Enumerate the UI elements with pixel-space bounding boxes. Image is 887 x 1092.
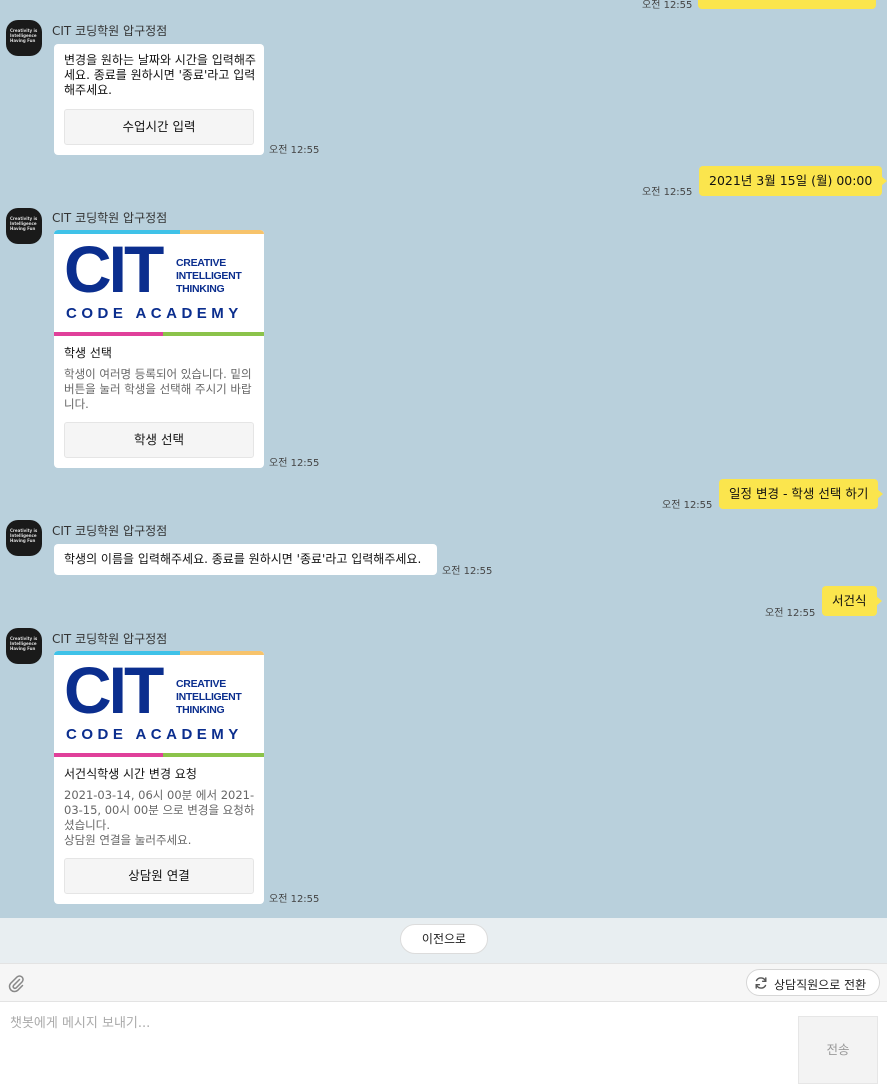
outgoing-bubble-partial xyxy=(698,0,876,9)
message-time: 오전 12:55 xyxy=(269,145,320,156)
message-time: 오전 12:55 xyxy=(269,458,320,469)
message-time: 오전 12:55 xyxy=(642,0,693,11)
card-title: 서건식학생 시간 변경 요청 xyxy=(64,767,197,781)
bot-avatar: Creativity is Intelligence Having Fun xyxy=(6,208,42,244)
sender-name: CIT 코딩학원 압구정점 xyxy=(52,211,168,225)
chat-area: 오전 12:55 Creativity is Intelligence Havi… xyxy=(0,0,887,918)
sender-name: CIT 코딩학원 압구정점 xyxy=(52,24,168,38)
previous-bar: 이전으로 xyxy=(0,918,887,963)
bot-card-message: CIT CREATIVE INTELLIGENT THINKING CODE ACA… xyxy=(54,651,264,904)
message-text: 변경을 원하는 날짜와 시간을 입력해주세요. 종료를 원하시면 '종료'라고 … xyxy=(64,53,256,97)
bot-card-message: 변경을 원하는 날짜와 시간을 입력해주세요. 종료를 원하시면 '종료'라고 … xyxy=(54,44,264,155)
input-toolbar: 상담직원으로 전환 xyxy=(0,963,887,1002)
card-description: 학생이 여러명 등록되어 있습니다. 밑의 버튼을 눌러 학생을 선택해 주시기… xyxy=(64,367,252,411)
outgoing-message: 서건식 xyxy=(822,586,881,616)
sender-name: CIT 코딩학원 압구정점 xyxy=(52,524,168,538)
switch-to-agent-button[interactable]: 상담직원으로 전환 xyxy=(746,969,880,996)
bot-avatar: Creativity is Intelligence Having Fun xyxy=(6,520,42,556)
select-student-button[interactable]: 학생 선택 xyxy=(64,422,254,458)
message-input-area: 전송 xyxy=(0,1002,887,1092)
lesson-time-input-button[interactable]: 수업시간 입력 xyxy=(64,109,254,145)
bot-avatar: Creativity is Intelligence Having Fun xyxy=(6,20,42,56)
send-button[interactable]: 전송 xyxy=(798,1016,878,1084)
card-title: 학생 선택 xyxy=(64,346,112,360)
sender-name: CIT 코딩학원 압구정점 xyxy=(52,632,168,646)
outgoing-message: 일정 변경 - 학생 선택 하기 xyxy=(719,479,884,509)
bot-text-message: 학생의 이름을 입력해주세요. 종료를 원하시면 '종료'라고 입력해주세요. xyxy=(54,544,437,575)
outgoing-message: 2021년 3월 15일 (월) 00:00 xyxy=(699,166,887,196)
switch-to-agent-label: 상담직원으로 전환 xyxy=(774,978,867,992)
cit-logo-image: CIT CREATIVE INTELLIGENT THINKING CODE ACA… xyxy=(54,651,264,757)
message-time: 오전 12:55 xyxy=(269,894,320,905)
card-description: 2021-03-14, 06시 00분 에서 2021-03-15, 00시 0… xyxy=(64,788,255,847)
previous-button[interactable]: 이전으로 xyxy=(400,924,488,954)
connect-agent-button[interactable]: 상담원 연결 xyxy=(64,858,254,894)
paperclip-icon[interactable] xyxy=(6,973,26,993)
cit-logo-image: CIT CREATIVE INTELLIGENT THINKING CODE ACA… xyxy=(54,230,264,336)
message-time: 오전 12:55 xyxy=(662,500,713,511)
message-time: 오전 12:55 xyxy=(642,187,693,198)
bot-avatar: Creativity is Intelligence Having Fun xyxy=(6,628,42,664)
message-input[interactable] xyxy=(10,1012,780,1082)
message-time: 오전 12:55 xyxy=(765,608,816,619)
message-time: 오전 12:55 xyxy=(442,566,493,577)
bot-card-message: CIT CREATIVE INTELLIGENT THINKING CODE ACA… xyxy=(54,230,264,468)
refresh-icon xyxy=(755,977,767,989)
